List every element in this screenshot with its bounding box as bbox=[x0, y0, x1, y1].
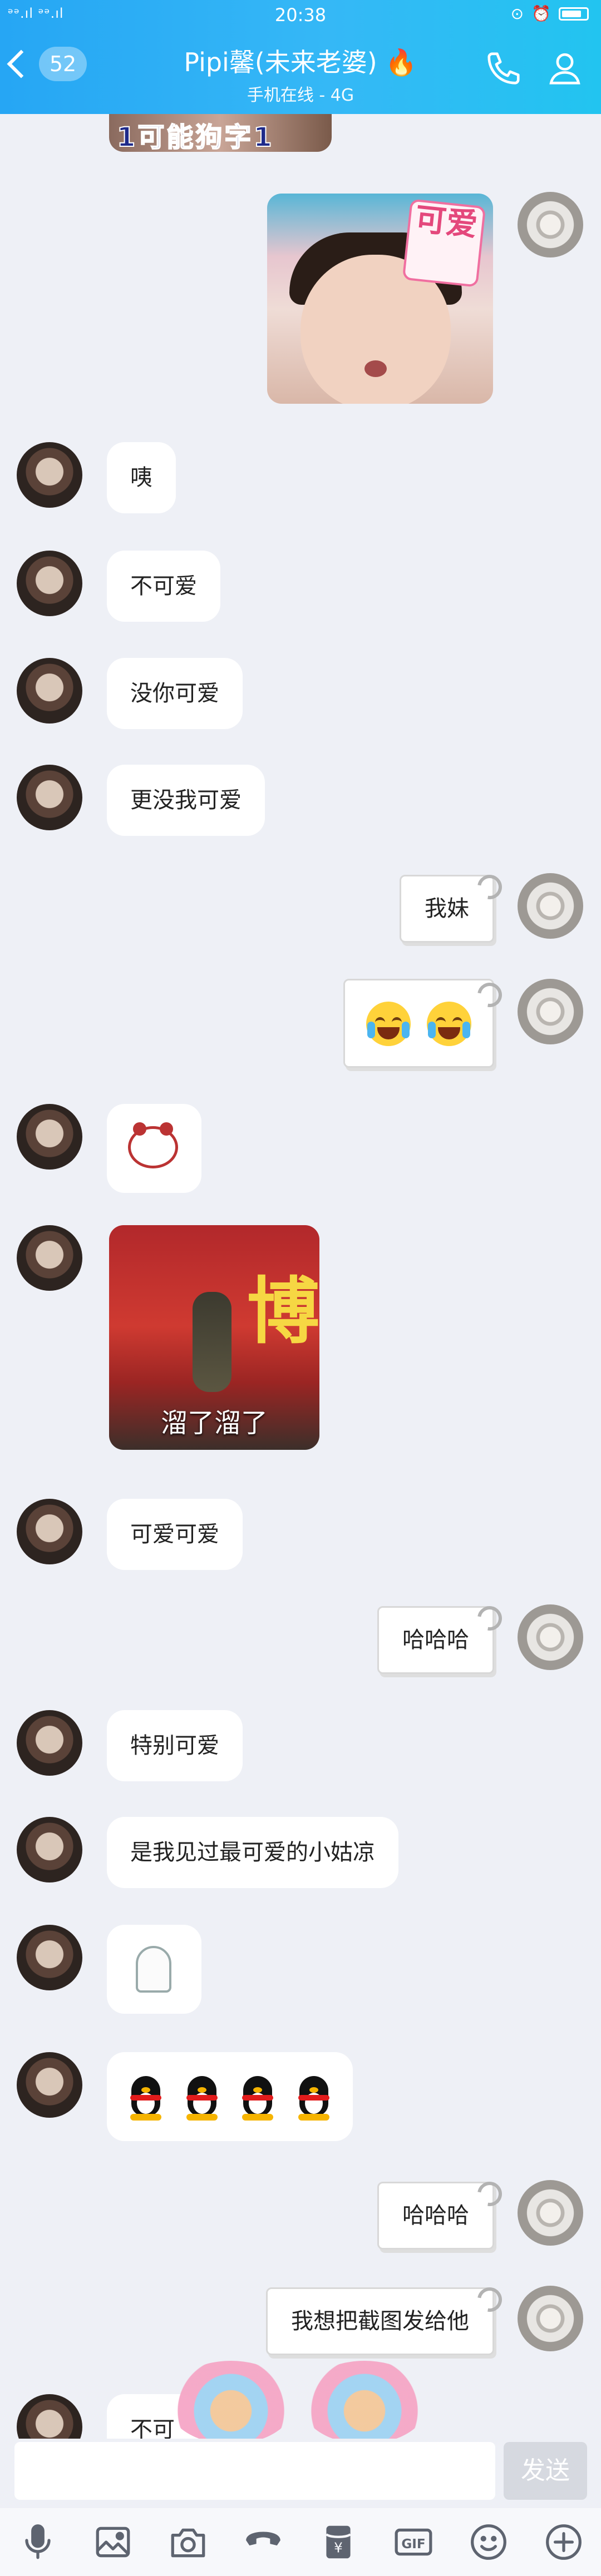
lock-rotation-icon: ⊙ bbox=[510, 4, 524, 23]
message-bubble[interactable]: 哈哈哈 bbox=[377, 2182, 494, 2250]
contact-avatar[interactable] bbox=[17, 1499, 82, 1564]
status-right: ⊙ ⏰ bbox=[511, 4, 589, 23]
ghost-sticker-message[interactable] bbox=[107, 1925, 201, 2014]
my-avatar[interactable] bbox=[518, 979, 583, 1044]
contact-avatar[interactable] bbox=[17, 551, 82, 616]
status-bar: ᵊᵊ.ıl ᵊᵊ.ıl 20:38 ⊙ ⏰ bbox=[0, 0, 601, 32]
my-avatar[interactable] bbox=[518, 873, 583, 939]
send-button[interactable]: 发送 bbox=[504, 2442, 587, 2500]
image-icon[interactable] bbox=[90, 2519, 136, 2565]
message-bubble[interactable]: 哈哈哈 bbox=[377, 1606, 494, 1674]
message-bubble[interactable]: 没你可爱 bbox=[107, 658, 243, 729]
voice-call-icon[interactable] bbox=[240, 2519, 286, 2565]
battery-icon bbox=[559, 7, 589, 21]
message-input[interactable] bbox=[14, 2442, 495, 2500]
image-message-partial[interactable]: 1可能狗字1 bbox=[109, 114, 332, 152]
contact-avatar[interactable] bbox=[17, 1817, 82, 1883]
svg-text:¥: ¥ bbox=[334, 2540, 343, 2556]
message-bubble[interactable]: 特别可爱 bbox=[107, 1710, 243, 1781]
emoji-message[interactable] bbox=[343, 979, 494, 1068]
chat-scroll-area[interactable]: 1可能狗字1 可爱 咦 不可爱 没你可爱 更没我可爱 我妹 博 溜了溜了 可爱可… bbox=[0, 114, 601, 2439]
message-bubble[interactable]: 可爱可爱 bbox=[107, 1499, 243, 1570]
flame-icon: 🔥 bbox=[385, 47, 417, 77]
contact-avatar[interactable] bbox=[17, 658, 82, 724]
message-bubble[interactable]: 我想把截图发给他 bbox=[266, 2287, 494, 2355]
my-avatar[interactable] bbox=[518, 2286, 583, 2351]
profile-icon[interactable] bbox=[545, 48, 584, 89]
qq-penguin-icon bbox=[127, 2076, 165, 2121]
image-message-run[interactable]: 博 溜了溜了 bbox=[109, 1225, 319, 1450]
contact-avatar[interactable] bbox=[17, 1925, 82, 1990]
contact-avatar[interactable] bbox=[17, 2394, 82, 2439]
decoration-sticker bbox=[300, 2361, 428, 2444]
qq-penguin-icon bbox=[295, 2076, 333, 2121]
image-text: 博 bbox=[247, 1269, 319, 1354]
input-bar: 发送 bbox=[0, 2439, 601, 2508]
image-caption: 溜了溜了 bbox=[160, 1408, 268, 1439]
laugh-cry-emoji-icon bbox=[366, 1002, 411, 1046]
my-avatar[interactable] bbox=[518, 192, 583, 257]
image-text: 1可能狗字1 bbox=[116, 121, 274, 152]
header-bar: ᵊᵊ.ıl ᵊᵊ.ıl 20:38 ⊙ ⏰ 52 Pipi馨(未来老婆) 🔥 手… bbox=[0, 0, 601, 114]
contact-avatar[interactable] bbox=[17, 765, 82, 830]
ghost-icon bbox=[136, 1946, 171, 1993]
contact-avatar[interactable] bbox=[17, 1104, 82, 1170]
plus-icon[interactable] bbox=[541, 2519, 587, 2565]
my-avatar[interactable] bbox=[518, 1604, 583, 1670]
contact-avatar[interactable] bbox=[17, 442, 82, 508]
gif-icon[interactable]: GIF bbox=[391, 2519, 436, 2565]
image-message-selfie[interactable]: 可爱 bbox=[267, 194, 493, 404]
laugh-cry-emoji-icon bbox=[427, 1002, 471, 1046]
contact-avatar[interactable] bbox=[17, 2052, 82, 2118]
message-bubble[interactable]: 咦 bbox=[107, 442, 176, 513]
cute-sticker: 可爱 bbox=[402, 199, 486, 288]
emoji-icon[interactable] bbox=[466, 2519, 511, 2565]
message-bubble[interactable]: 不可爱 bbox=[107, 551, 220, 622]
message-bubble[interactable]: 是我见过最可爱的小姑凉 bbox=[107, 1817, 398, 1888]
qq-penguin-icon bbox=[183, 2076, 221, 2121]
svg-text:GIF: GIF bbox=[401, 2537, 425, 2552]
qq-penguin-icon bbox=[239, 2076, 277, 2121]
emoji-message[interactable] bbox=[107, 2052, 353, 2141]
red-packet-icon[interactable]: ¥ bbox=[316, 2519, 361, 2565]
alarm-icon: ⏰ bbox=[531, 4, 551, 23]
decoration-sticker bbox=[167, 2361, 295, 2444]
microphone-icon[interactable] bbox=[15, 2519, 61, 2565]
my-avatar[interactable] bbox=[518, 2180, 583, 2246]
camera-icon[interactable] bbox=[165, 2519, 211, 2565]
panda-sticker-message[interactable] bbox=[107, 1104, 201, 1193]
message-bubble[interactable]: 更没我可爱 bbox=[107, 765, 265, 836]
contact-name: Pipi馨(未来老婆) bbox=[184, 47, 377, 77]
panda-face-icon bbox=[128, 1122, 178, 1168]
phone-call-icon[interactable] bbox=[484, 49, 523, 88]
contact-avatar[interactable] bbox=[17, 1225, 82, 1291]
bottom-toolbar: ¥ GIF bbox=[0, 2508, 601, 2576]
contact-avatar[interactable] bbox=[17, 1710, 82, 1776]
